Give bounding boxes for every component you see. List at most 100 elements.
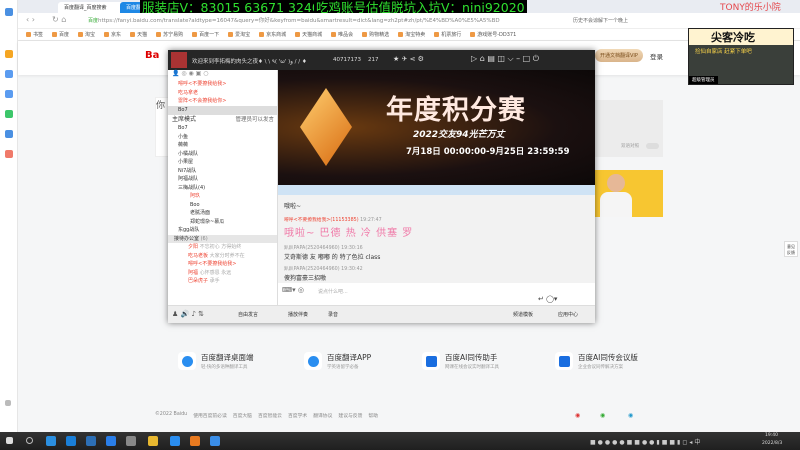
app-icon[interactable] (126, 436, 136, 446)
free-speak-button[interactable]: 自由发言 (238, 311, 258, 318)
add-icon[interactable] (5, 400, 11, 406)
list-tabs[interactable]: 👤 ◎ ◉ ▣ ○ (168, 70, 277, 80)
url-input[interactable]: https://fanyi.baidu.com/translate?aldtyp… (98, 16, 548, 26)
app-icon[interactable] (66, 436, 76, 446)
footer-link[interactable]: 百度学术 (288, 412, 307, 419)
baidu-logo[interactable]: Ba (145, 50, 159, 61)
sub-member[interactable]: Boo (168, 201, 277, 210)
app-icon[interactable] (190, 436, 200, 446)
footer-link[interactable]: 建议与反馈 (338, 412, 362, 419)
member-row[interactable]: Bo7 (168, 105, 277, 114)
app-icon[interactable] (170, 436, 180, 446)
bookmark[interactable]: 天猫商城 (295, 31, 322, 38)
bookmark[interactable]: 京东商城 (259, 31, 286, 38)
clock-icon[interactable] (5, 70, 13, 78)
clock-date[interactable]: 2022/8/3 (762, 441, 782, 446)
office-member[interactable]: 嘚呼<不要撩我给我> (168, 260, 277, 269)
footer-link[interactable]: 翻译协议 (313, 412, 332, 419)
bookmark[interactable]: 苏宁易购 (156, 31, 183, 38)
bookmark[interactable]: 购物精选 (362, 31, 389, 38)
sub-member[interactable]: 阿玖 (168, 192, 277, 201)
group-row[interactable]: 小鱼 (168, 133, 277, 142)
mic-icon[interactable]: ♟ 🔊 ♪ ⇅ (172, 310, 204, 318)
member-row[interactable]: 雷阵<不会撩我给你> (168, 97, 277, 106)
mode-row[interactable]: 主席模式 管理员可以发言 (168, 114, 277, 124)
bookmark[interactable]: 唯品会 (331, 31, 353, 38)
favorites-icon[interactable] (5, 50, 13, 58)
search-hint[interactable]: 历史不会谅解下一个晚上 (573, 17, 628, 24)
bilingual-toggle[interactable] (646, 143, 659, 149)
bookmark[interactable]: 游戏账号-DD371 (470, 31, 516, 38)
window-controls[interactable]: ▷ ⌂ ▤ ◫ ⌵ – □ ⏻ (471, 54, 539, 64)
chat-input-area[interactable]: ⌨▾ ◎ 说点什么吧... ↵ ◯▾ (278, 283, 595, 305)
group-row[interactable]: Bo7 (168, 124, 277, 133)
group-row[interactable]: 小橘战队 (168, 150, 277, 159)
site-badge: 百度 (88, 18, 99, 24)
group-row[interactable]: 三梅战队(4) (168, 184, 277, 193)
bookmark[interactable]: 天猫 (130, 31, 147, 38)
qq-icon[interactable]: ◉ (628, 412, 633, 419)
office-member[interactable]: 吃马老板 大家分时养不在 (168, 252, 277, 261)
cloud-icon[interactable] (5, 90, 13, 98)
bookmark[interactable]: 机票旅行 (434, 31, 461, 38)
emoji-icon[interactable]: ⌨▾ ◎ (282, 286, 304, 294)
yy-icon[interactable] (148, 436, 158, 446)
footer-link[interactable]: 帮助 (368, 412, 378, 419)
footer-link[interactable]: 百度智能云 (258, 412, 282, 419)
group-row[interactable]: 阿福战队 (168, 175, 277, 184)
product-desktop[interactable]: 百度翻译桌面端 轻·快的多语种翻译工具 (178, 352, 254, 370)
favorite-icon[interactable]: ★ ✈ ⋖ ⚙ (393, 55, 424, 63)
start-icon[interactable] (6, 437, 13, 444)
sub-member[interactable]: 老腻汤面 (168, 209, 277, 218)
member-row[interactable]: 嘚呼<不要撩我给我> (168, 80, 277, 89)
footer-link[interactable]: 使用百度前必读 (193, 412, 227, 419)
bookmark[interactable]: 京东 (104, 31, 121, 38)
bookmark[interactable]: 淘宝特卖 (398, 31, 425, 38)
bookmark[interactable]: 爱淘宝 (228, 31, 250, 38)
chat-input[interactable]: 说点什么吧... (318, 288, 348, 295)
office-row[interactable]: 接待办公室 (6) (168, 234, 277, 243)
download-icon[interactable] (5, 130, 13, 138)
group-row[interactable]: 东gg战队 (168, 226, 277, 235)
sub-member[interactable]: 郑蛇璟杂~慕瓜 (168, 218, 277, 227)
bookmark[interactable]: 书签 (26, 31, 43, 38)
ad-banner[interactable] (595, 170, 663, 217)
bookmark[interactable]: 淘宝 (78, 31, 95, 38)
footer-link[interactable]: 百度大脑 (233, 412, 252, 419)
login-link[interactable]: 登录 (650, 51, 663, 61)
product-ai-assistant[interactable]: 百度AI同传助手 网课在线会议实时翻译工具 (422, 352, 499, 370)
app-icon[interactable] (210, 436, 220, 446)
wechat-icon[interactable] (5, 110, 13, 118)
clock-time[interactable]: 19:40 (765, 433, 778, 438)
tray-icons[interactable]: ■●●●●■■●●▮■■▮◻◂中 (590, 437, 702, 446)
play-music-button[interactable]: 播放伴奏 (288, 311, 308, 318)
group-row[interactable]: 小果屋 (168, 158, 277, 167)
weibo-icon[interactable]: ◉ (575, 412, 580, 419)
office-member[interactable]: 巴朵虎子 承手 (168, 277, 277, 286)
office-member[interactable]: 夕阳 不忘初心 方得始终 (168, 243, 277, 252)
send-icon[interactable]: ↵ ◯▾ (538, 295, 557, 303)
refresh-icon[interactable]: ↻ ⌂ (52, 15, 66, 24)
app-center-button[interactable]: 应用中心 (558, 311, 578, 318)
app-icon[interactable] (5, 150, 13, 158)
product-ai-meeting[interactable]: 百度AI同传会议版 企业会议同传解决方案 (555, 352, 638, 370)
steam-icon[interactable] (86, 436, 96, 446)
wechat-share-icon[interactable]: ◉ (600, 412, 605, 419)
group-row[interactable]: Ni7战队 (168, 167, 277, 176)
vip-button[interactable]: 开通文档翻译VIP (595, 49, 643, 62)
member-row[interactable]: 吃马拿老 (168, 89, 277, 98)
edge-icon[interactable] (46, 436, 56, 446)
search-icon[interactable] (26, 437, 33, 444)
event-banner[interactable]: 年度积分赛 2022交友94光芒万丈 7月18日 00:00:00-9月25日 … (278, 70, 595, 185)
source-text-panel[interactable]: 你 (155, 97, 169, 157)
app-icon[interactable] (106, 436, 116, 446)
back-icon[interactable]: ‹ › (26, 15, 35, 24)
product-app[interactable]: 百度翻译APP 学英语留学必备 (304, 352, 371, 370)
channel-template-button[interactable]: 频道模板 (513, 311, 533, 318)
group-row[interactable]: 薇薇 (168, 141, 277, 150)
bookmark[interactable]: 百度 (52, 31, 69, 38)
office-member[interactable]: 阿福 心怀感恩 永远 (168, 269, 277, 278)
record-button[interactable]: 录音 (328, 311, 338, 318)
feedback-button[interactable]: 意见反馈 (784, 241, 798, 257)
bookmark[interactable]: 百度一下 (192, 31, 219, 38)
